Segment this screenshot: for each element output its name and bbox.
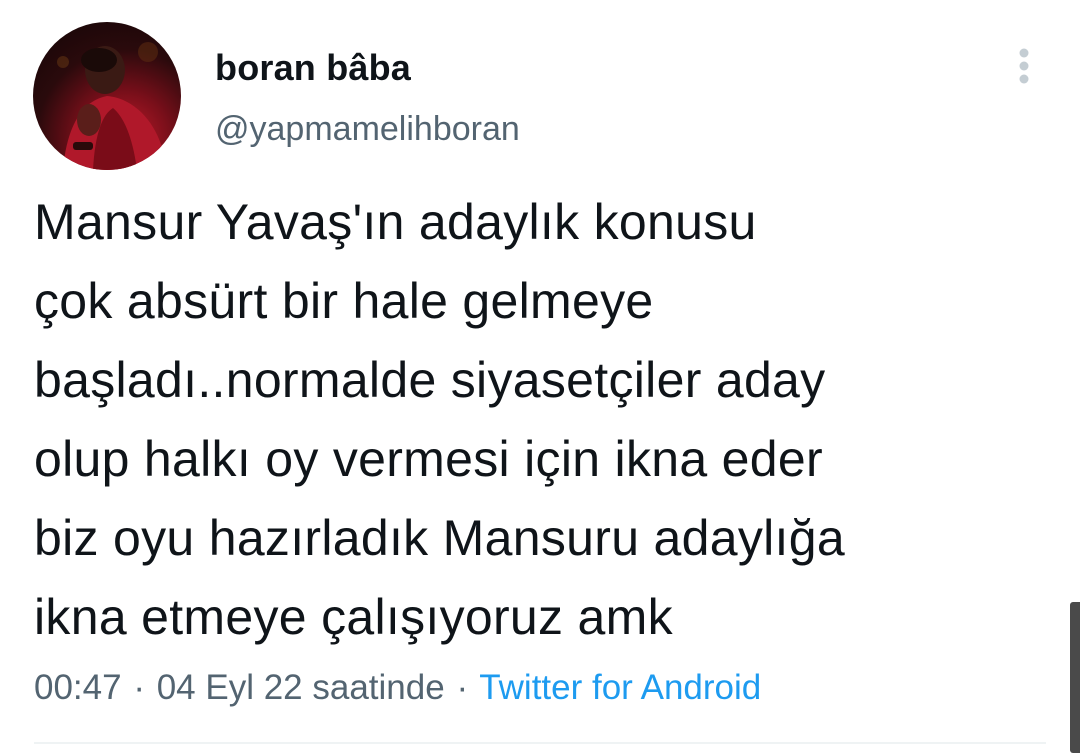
author-handle[interactable]: @yapmamelihboran (215, 107, 520, 151)
tweet-text: Mansur Yavaş'ın adaylık konusu çok absür… (34, 194, 845, 645)
author-display-name[interactable]: boran bâba (215, 46, 411, 90)
tweet-time[interactable]: 00:47 (34, 668, 122, 707)
tweet-date[interactable]: 04 Eyl 22 saatinde (157, 668, 445, 707)
scrollbar[interactable] (1070, 602, 1080, 753)
meta-separator: · (456, 668, 469, 707)
divider (34, 742, 1046, 744)
tweet-metadata: 00:47 · 04 Eyl 22 saatinde · Twitter for… (34, 666, 761, 710)
avatar-photo (57, 42, 167, 170)
tweet-source-link[interactable]: Twitter for Android (479, 668, 761, 707)
more-options-button[interactable] (1004, 44, 1044, 88)
avatar[interactable] (33, 22, 181, 170)
vertical-ellipsis-icon (1019, 48, 1029, 84)
meta-separator: · (133, 668, 145, 707)
